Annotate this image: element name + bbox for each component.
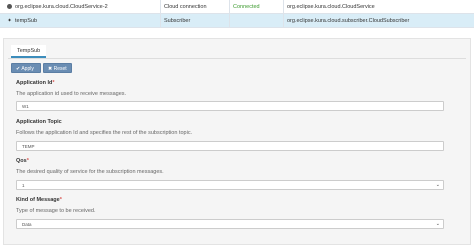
services-table: org.eclipse.kura.cloud.CloudService-2 Cl… (0, 0, 474, 28)
app-id-label-text: Application Id (16, 80, 53, 86)
app-topic-label: Application Topic (16, 119, 62, 125)
required-marker: * (59, 197, 62, 203)
app-topic-hint: Follows the application Id and specifies… (16, 130, 193, 136)
kind-value: Data (22, 222, 32, 227)
config-panel: TempSub ✔ Apply ✖ Reset Application Id* … (3, 38, 471, 245)
service-factory: org.eclipse.kura.cloud.subscriber.CloudS… (287, 18, 410, 24)
check-icon: ✔ (16, 66, 21, 72)
kind-hint: Type of message to be received. (16, 208, 96, 214)
chevron-down-icon: ⌄ (435, 221, 440, 227)
reset-button[interactable]: ✖ Reset (43, 63, 72, 73)
tab-divider (8, 58, 466, 59)
kind-label-text: Kind of Message (16, 197, 60, 203)
apply-button[interactable]: ✔ Apply (11, 63, 41, 73)
kind-select[interactable]: Data ⌄ (16, 219, 444, 229)
column-divider (160, 0, 161, 28)
qos-label-text: Qos (16, 158, 27, 164)
app-topic-label-text: Application Topic (16, 119, 62, 125)
tab-tempsub[interactable]: TempSub (11, 45, 47, 58)
chevron-down-icon: ⌄ (435, 182, 440, 188)
service-name: tempSub (15, 18, 38, 24)
app-topic-input[interactable]: TEMP (16, 141, 444, 151)
kind-label: Kind of Message* (16, 197, 62, 203)
column-divider (229, 0, 230, 28)
service-status: Connected (233, 4, 260, 10)
service-type: Cloud connection (164, 4, 207, 10)
service-name-cell: org.eclipse.kura.cloud.CloudService-2 (6, 0, 156, 14)
required-marker: * (52, 80, 55, 86)
plug-icon: ✦ (7, 18, 12, 24)
apply-label: Apply (21, 66, 34, 72)
circle-icon (6, 0, 13, 14)
qos-value: 1 (22, 183, 25, 188)
app-id-label: Application Id* (16, 80, 55, 86)
app-topic-value: TEMP (22, 144, 35, 149)
x-icon: ✖ (48, 66, 53, 72)
qos-label: Qos* (16, 158, 29, 164)
service-type: Subscriber (164, 18, 191, 24)
table-row[interactable]: org.eclipse.kura.cloud.CloudService-2 Cl… (0, 0, 474, 14)
required-marker: * (26, 158, 29, 164)
reset-label: Reset (53, 66, 67, 72)
qos-hint: The desired quality of service for the s… (16, 169, 164, 175)
app-id-hint: The application id used to receive messa… (16, 91, 127, 97)
service-factory: org.eclipse.kura.cloud.CloudService (287, 4, 375, 10)
app-id-input[interactable]: W1 (16, 101, 444, 111)
service-name: org.eclipse.kura.cloud.CloudService-2 (15, 4, 108, 10)
table-row[interactable]: ✦ tempSub Subscriber org.eclipse.kura.clo… (0, 14, 474, 28)
app-id-value: W1 (22, 104, 29, 109)
service-name-cell: ✦ tempSub (6, 14, 156, 28)
service-status (233, 14, 283, 28)
qos-select[interactable]: 1 ⌄ (16, 180, 444, 190)
column-divider (283, 0, 284, 28)
